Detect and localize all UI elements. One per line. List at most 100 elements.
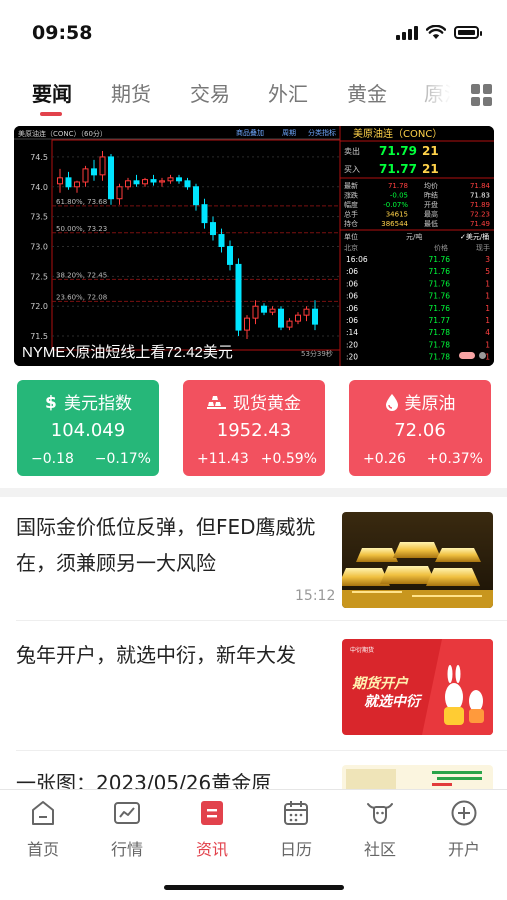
candle-body bbox=[159, 180, 165, 183]
trade-price: 71.77 bbox=[429, 316, 451, 325]
unit-usd: ✓美元/桶 bbox=[460, 232, 489, 241]
stat-label: 昨结 bbox=[424, 191, 438, 200]
news-time: 15:12 bbox=[295, 588, 336, 604]
stat-label: 最高 bbox=[424, 210, 438, 219]
fib-label: 23.60%, 72.08 bbox=[56, 293, 107, 301]
svg-text:$: $ bbox=[45, 393, 57, 411]
stat-label: 幅度 bbox=[344, 200, 358, 209]
y-tick-label: 71.5 bbox=[30, 332, 48, 341]
quote-card-us-crude[interactable]: 美原油 72.06 +0.26 +0.37% bbox=[349, 380, 491, 476]
tab-trading[interactable]: 交易 bbox=[190, 78, 230, 107]
quote-change-percent: +0.59% bbox=[260, 451, 317, 467]
status-icons bbox=[396, 25, 482, 40]
candle-body bbox=[303, 308, 310, 316]
candle-body bbox=[252, 305, 259, 319]
svg-text:期货开户: 期货开户 bbox=[351, 675, 409, 692]
svg-text:中衍期货: 中衍期货 bbox=[350, 646, 374, 654]
candle-body bbox=[269, 308, 276, 313]
quote-change: −0.18 bbox=[31, 451, 74, 467]
home-indicator bbox=[164, 885, 344, 890]
futures-chart-image: 美原油连（CONC）（60分） 商品叠加 周期 分类指标 74.5 74.0 73.… bbox=[14, 126, 494, 366]
quote-change-percent: −0.17% bbox=[94, 451, 151, 467]
wifi-icon bbox=[426, 25, 446, 39]
stat-value: -0.05 bbox=[390, 192, 408, 200]
fib-label: 38.20%, 72.45 bbox=[56, 271, 107, 279]
trade-qty: 1 bbox=[485, 292, 490, 301]
trade-price: 71.78 bbox=[429, 353, 451, 362]
nav-home[interactable]: 首页 bbox=[13, 798, 73, 860]
quote-name: 现货黄金 bbox=[233, 394, 301, 414]
news-thumbnail-data-table bbox=[342, 765, 493, 789]
trade-time: :06 bbox=[346, 292, 358, 301]
fib-label: 61.80%, 73.68 bbox=[56, 198, 107, 206]
stat-value: -0.07% bbox=[383, 201, 408, 209]
tab-futures[interactable]: 期货 bbox=[111, 78, 151, 107]
trade-time: :06 bbox=[346, 267, 358, 276]
tab-forex[interactable]: 外汇 bbox=[268, 78, 308, 107]
candle-body bbox=[99, 156, 106, 176]
quote-value: 72.06 bbox=[394, 420, 446, 441]
trades-header: 价格 bbox=[434, 243, 448, 252]
trade-price: 71.76 bbox=[429, 292, 451, 301]
candle-body bbox=[125, 180, 131, 188]
banner-caption: NYMEX原油短线上看72.42美元 bbox=[22, 344, 233, 361]
candle-body bbox=[133, 180, 140, 185]
trade-price: 71.76 bbox=[429, 255, 451, 264]
nav-open-account[interactable]: 开户 bbox=[434, 798, 494, 860]
candle-body bbox=[116, 186, 123, 200]
tab-gold[interactable]: 黄金 bbox=[347, 78, 387, 107]
nav-calendar[interactable]: 日历 bbox=[266, 798, 326, 860]
unit-label: 单位 bbox=[344, 232, 358, 241]
y-tick-label: 74.5 bbox=[30, 153, 48, 162]
tab-headlines[interactable]: 要闻 bbox=[32, 78, 72, 107]
featured-banner[interactable]: 美原油连（CONC）（60分） 商品叠加 周期 分类指标 74.5 74.0 73.… bbox=[14, 126, 494, 366]
trade-qty: 1 bbox=[485, 316, 490, 325]
candle-body bbox=[176, 177, 182, 182]
stat-value: 71.84 bbox=[470, 182, 491, 190]
quote-card-dollar-index[interactable]: $ 美元指数 104.049 −0.18 −0.17% bbox=[17, 380, 159, 476]
news-item[interactable]: 国际金价低位反弹，但FED鹰威犹在，须兼顾另一大风险 15:12 bbox=[0, 497, 507, 621]
candle-body bbox=[193, 186, 199, 206]
status-time: 09:58 bbox=[32, 22, 93, 44]
news-item[interactable]: 兔年开户，就选中衍，新年大发 中衍期货 期货开户 就选中衍 bbox=[0, 621, 507, 751]
sell-price: 71.79 bbox=[379, 144, 417, 158]
nav-market[interactable]: 行情 bbox=[97, 798, 157, 860]
quote-card-spot-gold[interactable]: 现货黄金 1952.43 +11.43 +0.59% bbox=[183, 380, 325, 476]
trade-qty: 4 bbox=[485, 328, 490, 337]
y-tick-label: 72.0 bbox=[30, 302, 48, 311]
candle-body bbox=[201, 204, 208, 224]
trades-header: 北京 bbox=[344, 243, 358, 252]
news-category-tabs: 要闻 期货 交易 外汇 黄金 原油 bbox=[0, 66, 507, 120]
nav-label: 开户 bbox=[447, 840, 480, 859]
chart-icon bbox=[114, 802, 140, 824]
stat-label: 开盘 bbox=[424, 200, 438, 209]
category-grid-icon[interactable] bbox=[471, 84, 493, 106]
quote-panel-title: 美原油连（CONC） bbox=[353, 127, 442, 140]
news-title: 国际金价低位反弹，但FED鹰威犹在，须兼顾另一大风险 bbox=[16, 515, 316, 575]
quote-name: 美元指数 bbox=[64, 394, 132, 414]
trade-price: 71.78 bbox=[429, 328, 451, 337]
buy-qty: 21 bbox=[422, 162, 439, 176]
stat-label: 总手 bbox=[344, 210, 358, 219]
candle-body bbox=[235, 263, 242, 331]
news-item[interactable]: 一张图：2023/05/26黄金原 bbox=[0, 751, 507, 789]
trade-time: :20 bbox=[346, 340, 358, 349]
candle-body bbox=[312, 308, 318, 325]
news-title: 兔年开户，就选中衍，新年大发 bbox=[16, 643, 296, 667]
stat-value: 71.83 bbox=[470, 192, 490, 200]
nav-label: 资讯 bbox=[195, 840, 228, 859]
news-icon bbox=[201, 801, 223, 825]
trade-price: 71.78 bbox=[429, 340, 451, 349]
nav-community[interactable]: 社区 bbox=[350, 798, 410, 860]
stat-value: 71.49 bbox=[470, 220, 490, 228]
news-thumbnail-gold-bars bbox=[342, 512, 493, 608]
trade-qty: 3 bbox=[485, 255, 490, 264]
trade-time: :14 bbox=[346, 328, 358, 337]
tabs-fade-overlay bbox=[400, 66, 464, 120]
nav-news[interactable]: 资讯 bbox=[182, 798, 242, 860]
plus-circle-icon bbox=[451, 800, 477, 826]
quote-value: 1952.43 bbox=[216, 420, 292, 441]
stat-label: 持仓 bbox=[344, 219, 358, 228]
stat-value: 34615 bbox=[386, 211, 408, 219]
nav-label: 社区 bbox=[363, 840, 396, 859]
